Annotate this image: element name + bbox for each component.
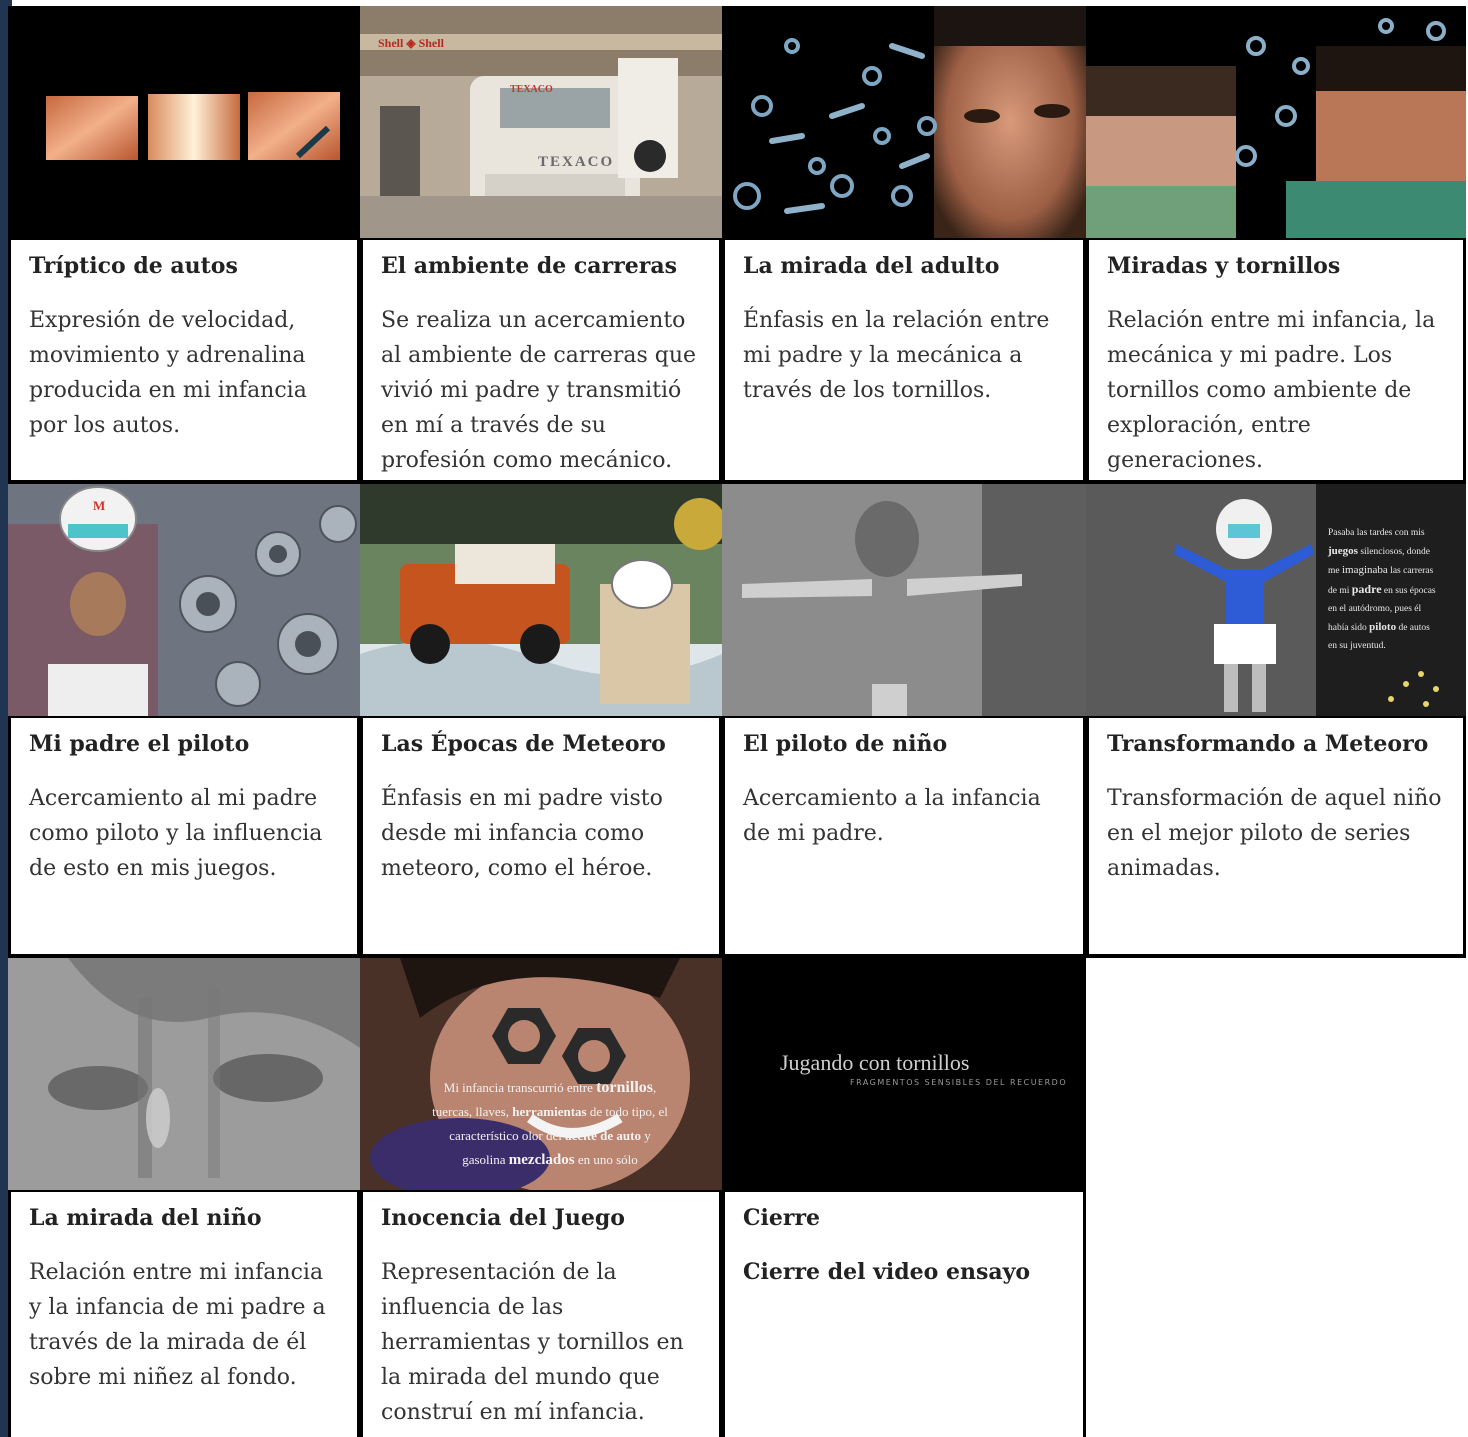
panel-image: Mi infancia transcurrió entre tornillos,… <box>360 958 722 1190</box>
storyboard-grid: Tríptico de autos Expresión de velocidad… <box>8 6 1466 1437</box>
panel-title: Tríptico de autos <box>29 253 238 279</box>
panel-image: Pasaba las tardes con mis juegos silenci… <box>1086 484 1466 716</box>
panel-triptico: Tríptico de autos Expresión de velocidad… <box>8 6 360 484</box>
closing-subtitle: FRAGMENTOS SENSIBLES DEL RECUERDO <box>850 1078 1068 1087</box>
poem-line: Pasaba las tardes con mis <box>1328 528 1425 538</box>
panel-caption: La mirada del niño Relación entre mi inf… <box>11 1192 357 1437</box>
panel-image <box>8 6 360 238</box>
panel-transformando-meteoro: Pasaba las tardes con mis juegos silenci… <box>1086 484 1466 958</box>
panel-padre-piloto: M Mi padre el piloto Acercamiento al mi … <box>8 484 360 958</box>
panel-image: Jugando con tornillos FRAGMENTOS SENSIBL… <box>722 958 1086 1190</box>
poem-line: en el autódromo, pues él <box>1328 604 1422 614</box>
panel-description: Énfasis en la relación entre mi padre y … <box>743 307 1050 403</box>
panel-cierre: Jugando con tornillos FRAGMENTOS SENSIBL… <box>722 958 1086 1437</box>
panel-description: Relación entre mi infancia, la mecánica … <box>1107 307 1436 474</box>
poem-line: en su juventud. <box>1328 641 1386 651</box>
panel-description: Cierre del video ensayo <box>743 1258 1031 1285</box>
panel-title: La mirada del adulto <box>743 253 1000 279</box>
panel-caption: Tríptico de autos Expresión de velocidad… <box>11 240 357 480</box>
panel-title: El ambiente de carreras <box>381 253 677 279</box>
panel-epocas-meteoro: Las Épocas de Meteoro Énfasis en mi padr… <box>360 484 722 958</box>
panel-title: Miradas y tornillos <box>1107 253 1341 279</box>
panel-title: El piloto de niño <box>743 731 948 757</box>
panel-title: La mirada del niño <box>29 1205 262 1231</box>
panel-description: Transformación de aquel niño en el mejor… <box>1107 785 1442 881</box>
panel-image: M <box>8 484 360 716</box>
panel-description: Relación entre mi infancia y la infancia… <box>29 1259 326 1391</box>
banner-text: Shell ◈ Shell <box>378 36 444 50</box>
panel-image <box>8 958 360 1190</box>
panel-piloto-nino: El piloto de niño Acercamiento a la infa… <box>722 484 1086 958</box>
overlay-line: gasolina mezclados en uno sólo <box>462 1152 638 1168</box>
panel-caption: El piloto de niño Acercamiento a la infa… <box>725 718 1083 954</box>
panel-title: Inocencia del Juego <box>381 1205 625 1231</box>
closing-title: Jugando con tornillos <box>780 1050 970 1075</box>
poem-line: de mi padre en sus épocas <box>1328 582 1436 596</box>
poem-line: me imaginaba las carreras <box>1328 564 1434 576</box>
overlay-text: Mi infancia transcurrió entre tornillos,… <box>400 1076 700 1172</box>
panel-caption: Las Épocas de Meteoro Énfasis en mi padr… <box>363 718 719 954</box>
panel-title: Cierre <box>743 1205 821 1231</box>
overlay-line: Mi infancia transcurrió entre tornillos, <box>443 1079 657 1096</box>
panel-description: Representación de la influencia de las h… <box>381 1259 684 1426</box>
helmet-letter: M <box>93 498 106 513</box>
panel-caption: Inocencia del Juego Representación de la… <box>363 1192 719 1437</box>
panel-caption: La mirada del adulto Énfasis en la relac… <box>725 240 1083 480</box>
panel-description: Expresión de velocidad, movimiento y adr… <box>29 307 307 439</box>
overlay-poem: Pasaba las tardes con mis juegos silenci… <box>1328 524 1463 655</box>
panel-description: Se realiza un acercamiento al ambiente d… <box>381 307 697 474</box>
panel-image <box>722 6 1086 238</box>
poem-line: había sido piloto de autos <box>1328 621 1430 633</box>
empty-cell <box>1086 958 1466 1437</box>
sponsor-text-b: TEXACO <box>538 154 615 170</box>
panel-ambiente-carreras: Shell ◈ Shell TEXACO TEXACO El ambiente … <box>360 6 722 484</box>
panel-image <box>360 484 722 716</box>
sponsor-text-a: TEXACO <box>510 84 553 95</box>
panel-mirada-adulto: La mirada del adulto Énfasis en la relac… <box>722 6 1086 484</box>
panel-caption: Cierre Cierre del video ensayo <box>725 1192 1083 1437</box>
panel-title: Mi padre el piloto <box>29 731 250 757</box>
panel-image <box>1086 6 1466 238</box>
panel-caption: Transformando a Meteoro Transformación d… <box>1089 718 1463 954</box>
poem-line: juegos silenciosos, donde <box>1328 545 1430 557</box>
panel-description: Acercamiento a la infancia de mi padre. <box>743 785 1041 846</box>
panel-caption: Miradas y tornillos Relación entre mi in… <box>1089 240 1463 480</box>
panel-title: Las Épocas de Meteoro <box>381 731 666 757</box>
panel-mirada-nino: La mirada del niño Relación entre mi inf… <box>8 958 360 1437</box>
panel-miradas-tornillos: Miradas y tornillos Relación entre mi in… <box>1086 6 1466 484</box>
panel-description: Acercamiento al mi padre como piloto y l… <box>29 785 323 881</box>
panel-description: Énfasis en mi padre visto desde mi infan… <box>381 785 663 881</box>
overlay-line: característico olor del aceite de auto y <box>449 1128 651 1143</box>
overlay-line: tuercas, llaves, herramientas de todo ti… <box>432 1104 668 1119</box>
panel-image <box>722 484 1086 716</box>
panel-image: Shell ◈ Shell TEXACO TEXACO <box>360 6 722 238</box>
panel-caption: Mi padre el piloto Acercamiento al mi pa… <box>11 718 357 954</box>
panel-caption: El ambiente de carreras Se realiza un ac… <box>363 240 719 480</box>
panel-inocencia-juego: Mi infancia transcurrió entre tornillos,… <box>360 958 722 1437</box>
panel-title: Transformando a Meteoro <box>1107 731 1429 757</box>
